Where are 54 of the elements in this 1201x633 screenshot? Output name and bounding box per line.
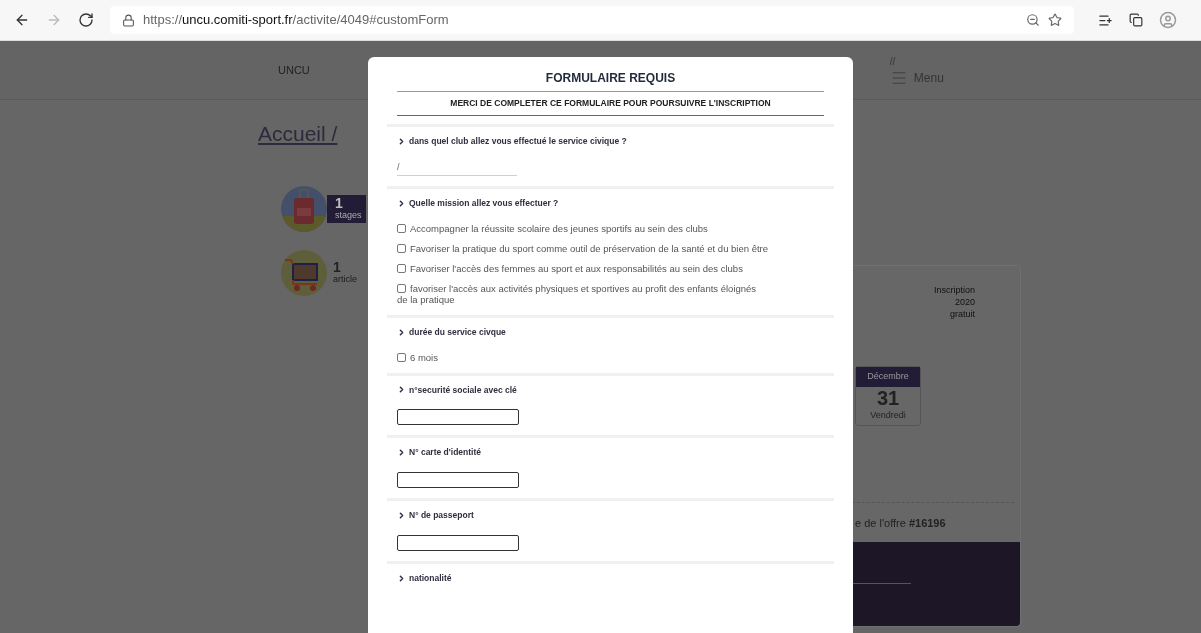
profile-icon[interactable] [1159,11,1177,29]
modal-title: FORMULAIRE REQUIS [545,70,676,87]
url-text: https://uncu.comiti-sport.fr/activite/4049#customForm [143,11,449,30]
modal-subtitle: MERCI DE COMPLETER CE FORMULAIRE POUR POURSUIVRE L'INSCRIPTION [450,97,771,110]
card-info: 2020 [954,296,975,308]
header-text: // [889,54,897,69]
count-number: 1 [333,260,342,273]
brand-name: UNCU [278,62,310,78]
chevron-icon [397,327,406,337]
collections-icon[interactable] [1129,13,1143,27]
chevron-icon [397,385,406,395]
text-field[interactable]: / [397,160,517,176]
question-label: N° carte d'identité [409,446,482,459]
back-icon[interactable] [14,12,30,28]
card-info: gratuit [950,308,975,320]
question-label: nationalité [409,571,452,585]
question-label: N° de passeport [409,509,474,522]
checkbox-option[interactable]: Accompagner la réussite scolaire des jeunes sportifs au sein des clubs [397,222,824,234]
suitcase-icon [281,185,327,232]
checkbox[interactable] [397,352,406,362]
calendar-month: Décembre [856,367,920,387]
address-bar[interactable]: https://uncu.comiti-sport.fr/activite/4049#customForm [110,6,1074,34]
input-field[interactable] [397,534,519,551]
question-label: durée du service civque [409,325,506,339]
checkbox[interactable] [397,223,406,233]
question-label: n°securité sociale avec clé [409,383,517,397]
offer-reference: e de l'offre #16196 [855,516,947,531]
checkbox[interactable] [397,243,406,253]
question-label: dans quel club allez vous effectué le service civique ? [409,134,627,148]
shopping-cart-icon [281,249,327,296]
chevron-icon [397,573,406,583]
chevron-icon [397,198,406,208]
chevron-icon [397,136,406,146]
checkbox-option[interactable]: Favoriser l'accès des femmes au sport et aux responsabilités au sein des clubs [397,262,824,274]
checkbox-option[interactable]: Favoriser la pratique du sport comme outil de préservation de la santé et du bien être [397,242,824,254]
zoom-out-icon[interactable] [1026,13,1040,27]
checkbox[interactable] [397,283,406,293]
card-info: Inscription [933,284,975,296]
calendar-day: 31 [876,386,900,409]
checkbox-option[interactable]: 6 mois [397,351,824,363]
star-icon[interactable] [1048,13,1062,27]
calendar-weekday: Vendredi [870,408,906,422]
count-badge: 1 stages [327,194,366,223]
chevron-icon [397,510,406,520]
input-field[interactable] [397,472,519,488]
reload-icon[interactable] [78,12,94,28]
lock-icon [122,13,135,27]
input-field[interactable] [397,409,519,426]
checkbox-option[interactable]: favoriser l'accès aux activités physiques et sportives au profit des enfants éloignés de la pratique [397,282,824,305]
favorites-icon[interactable] [1098,12,1113,28]
count-label: article [333,272,357,285]
question-label: Quelle mission allez vous effectuer ? [409,197,559,210]
checkbox[interactable] [397,263,406,273]
chevron-icon [397,448,406,458]
